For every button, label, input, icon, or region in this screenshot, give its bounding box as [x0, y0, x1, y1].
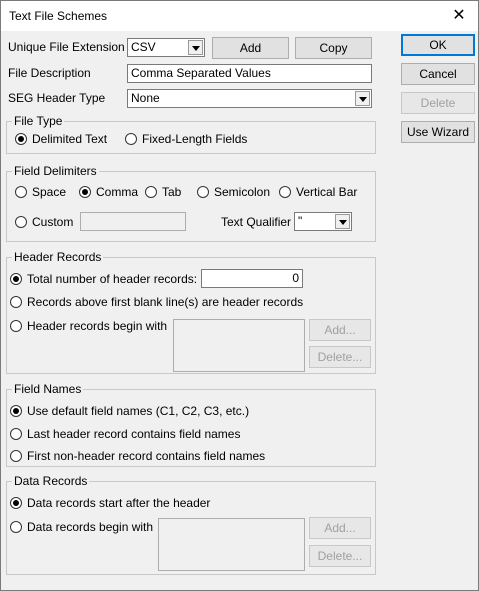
copy-button[interactable]: Copy [295, 37, 372, 59]
radio-vertical-bar[interactable]: Vertical Bar [279, 185, 357, 199]
radio-dot [10, 273, 22, 285]
radio-dot [125, 133, 137, 145]
radio-dot [197, 186, 209, 198]
radio-dot [10, 405, 22, 417]
add-button[interactable]: Add [212, 37, 289, 59]
field-delimiters-group: Field Delimiters Space Comma Tab Semicol… [6, 164, 376, 242]
header-delete-button[interactable]: Delete... [309, 346, 371, 368]
radio-dot [279, 186, 291, 198]
radio-fixed-length[interactable]: Fixed-Length Fields [125, 132, 247, 146]
radio-dot [79, 186, 91, 198]
unique-ext-combo[interactable]: CSV [127, 38, 205, 57]
radio-label: Total number of header records: [27, 272, 198, 286]
text-qualifier-combo[interactable]: " [294, 212, 352, 231]
radio-dot [10, 296, 22, 308]
radio-label: Fixed-Length Fields [142, 132, 248, 146]
text-qualifier-label: Text Qualifier [221, 215, 292, 229]
data-delete-button[interactable]: Delete... [309, 545, 371, 567]
radio-label: Header records begin with [27, 319, 168, 333]
radio-label: Tab [162, 185, 182, 199]
radio-dot [10, 450, 22, 462]
total-header-records-input[interactable]: 0 [201, 269, 303, 288]
group-title-header-records: Header Records [12, 250, 104, 264]
header-add-button[interactable]: Add... [309, 319, 371, 341]
cancel-button[interactable]: Cancel [401, 63, 475, 85]
radio-label: Last header record contains field names [27, 427, 241, 441]
custom-delimiter-input[interactable] [80, 212, 186, 231]
radio-semicolon[interactable]: Semicolon [197, 185, 270, 199]
radio-label: Use default field names (C1, C2, C3, etc… [27, 404, 250, 418]
radio-last-header-field-names[interactable]: Last header record contains field names [10, 427, 240, 441]
chevron-down-icon[interactable] [335, 214, 350, 229]
group-title-field-delimiters: Field Delimiters [12, 164, 99, 178]
radio-dot [10, 497, 22, 509]
chevron-down-icon[interactable] [188, 40, 203, 55]
radio-label: Delimited Text [32, 132, 108, 146]
data-records-group: Data Records Data records start after th… [6, 474, 376, 575]
header-records-group: Header Records Total number of header re… [6, 250, 376, 374]
radio-tab[interactable]: Tab [145, 185, 181, 199]
radio-data-after-header[interactable]: Data records start after the header [10, 496, 210, 510]
radio-label: Vertical Bar [296, 185, 358, 199]
chevron-down-icon[interactable] [355, 91, 370, 106]
field-names-group: Field Names Use default field names (C1,… [6, 382, 376, 467]
radio-data-begin-with[interactable]: Data records begin with [10, 520, 153, 534]
radio-label: Data records begin with [27, 520, 154, 534]
radio-label: Space [32, 185, 67, 199]
group-title-data-records: Data Records [12, 474, 90, 488]
radio-dot [15, 186, 27, 198]
data-begin-list[interactable] [158, 518, 305, 571]
header-begin-list[interactable] [173, 319, 305, 372]
radio-total-header-records[interactable]: Total number of header records: [10, 272, 197, 286]
radio-comma[interactable]: Comma [79, 185, 138, 199]
radio-space[interactable]: Space [15, 185, 66, 199]
radio-label: Comma [96, 185, 139, 199]
unique-ext-label: Unique File Extension [8, 40, 125, 54]
group-title-file-type: File Type [12, 114, 65, 128]
ok-button[interactable]: OK [401, 34, 475, 56]
radio-default-field-names[interactable]: Use default field names (C1, C2, C3, etc… [10, 404, 249, 418]
radio-dot [15, 216, 27, 228]
radio-label: First non-header record contains field n… [27, 449, 266, 463]
delete-button[interactable]: Delete [401, 92, 475, 114]
seg-header-combo[interactable]: None [127, 89, 372, 108]
seg-header-value: None [131, 91, 160, 105]
file-desc-label: File Description [8, 66, 91, 80]
window-title: Text File Schemes [9, 9, 108, 23]
radio-delimited-text[interactable]: Delimited Text [15, 132, 107, 146]
radio-first-nonheader-field-names[interactable]: First non-header record contains field n… [10, 449, 265, 463]
file-desc-input[interactable]: Comma Separated Values [127, 64, 372, 83]
seg-header-label: SEG Header Type [8, 91, 106, 105]
close-icon[interactable]: ✕ [448, 5, 470, 27]
title-bar: Text File Schemes ✕ [1, 1, 478, 31]
group-title-field-names: Field Names [12, 382, 84, 396]
radio-dot [15, 133, 27, 145]
radio-label: Custom [32, 215, 74, 229]
radio-label: Data records start after the header [27, 496, 211, 510]
radio-dot [10, 428, 22, 440]
radio-dot [10, 320, 22, 332]
radio-label: Semicolon [214, 185, 271, 199]
radio-header-begin-with[interactable]: Header records begin with [10, 319, 167, 333]
radio-blank-line-header[interactable]: Records above first blank line(s) are he… [10, 295, 303, 309]
unique-ext-value: CSV [131, 40, 156, 54]
radio-label: Records above first blank line(s) are he… [27, 295, 304, 309]
radio-dot [145, 186, 157, 198]
file-type-group: File Type Delimited Text Fixed-Length Fi… [6, 114, 376, 154]
radio-dot [10, 521, 22, 533]
use-wizard-button[interactable]: Use Wizard [401, 121, 475, 143]
text-file-schemes-dialog: Text File Schemes ✕ Unique File Extensio… [0, 0, 479, 591]
radio-custom[interactable]: Custom [15, 215, 73, 229]
text-qualifier-value: " [298, 214, 303, 228]
data-add-button[interactable]: Add... [309, 517, 371, 539]
